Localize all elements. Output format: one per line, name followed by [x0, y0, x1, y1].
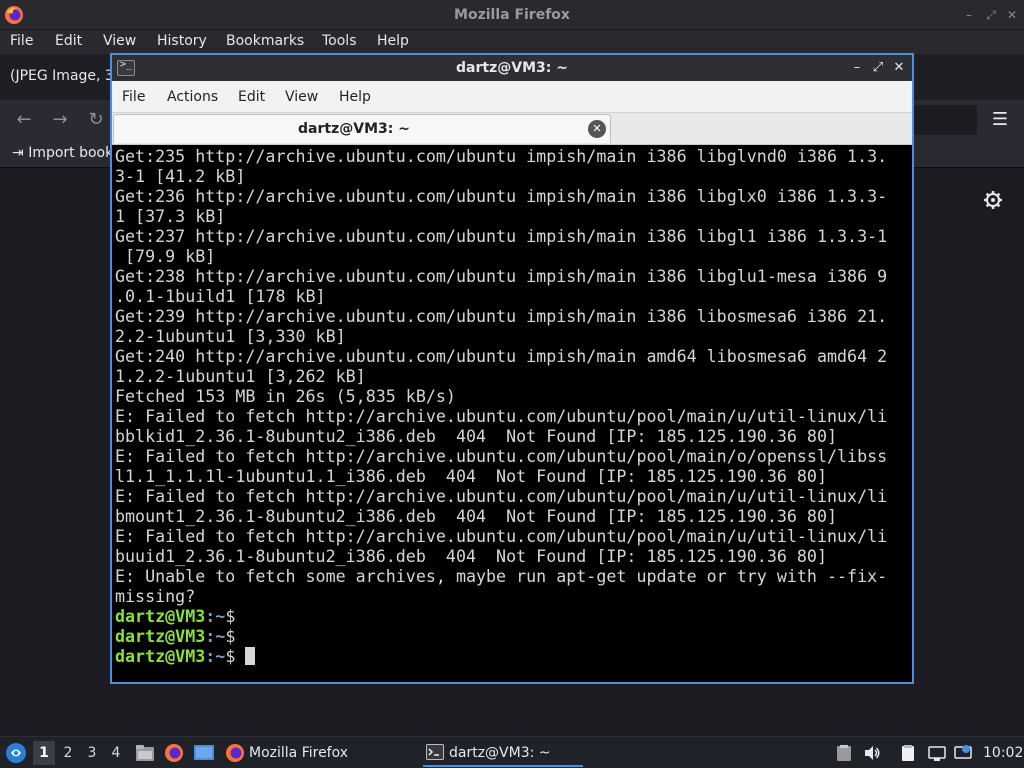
prompt-path: :~ [205, 647, 226, 666]
ff-menu-view[interactable]: View [103, 33, 136, 49]
back-icon[interactable]: ← [14, 110, 34, 130]
terminal-tab-label: dartz@VM3: ~ [298, 121, 410, 137]
tab-close-icon[interactable]: ✕ [588, 120, 606, 138]
firefox-titlebar: Mozilla Firefox – ⤢ ✕ [0, 0, 1024, 30]
term-menu-view[interactable]: View [285, 89, 318, 105]
show-desktop-icon[interactable] [193, 743, 215, 763]
terminal-menubar: File Actions Edit View Help [112, 81, 912, 113]
firefox-icon [226, 744, 244, 762]
gear-icon[interactable] [982, 189, 1004, 211]
terminal-output-line: E: Unable to fetch some archives, maybe … [115, 567, 888, 586]
taskbar-task-terminal[interactable]: dartz@VM3: ~ [423, 739, 583, 767]
file-manager-icon[interactable] [135, 743, 155, 763]
ff-menu-help[interactable]: Help [377, 33, 409, 49]
prompt-symbol: $ [225, 607, 236, 626]
terminal-output-line: Get:239 http://archive.ubuntu.com/ubuntu… [115, 307, 888, 326]
taskbar-task-firefox[interactable]: Mozilla Firefox [223, 739, 348, 767]
terminal-output[interactable]: Get:235 http://archive.ubuntu.com/ubuntu… [115, 147, 910, 682]
ff-menu-tools[interactable]: Tools [322, 33, 357, 49]
firefox-maximize-button[interactable]: ⤢ [983, 7, 999, 23]
terminal-prompt-line: dartz@VM3:~$ [115, 627, 887, 647]
terminal-output-line: 2.2-1ubuntu1 [3,330 kB] [115, 327, 346, 346]
terminal-output-line: E: Failed to fetch http://archive.ubuntu… [115, 527, 888, 546]
import-bookmarks-label: Import book [28, 145, 114, 161]
clock[interactable]: 10:02 [983, 737, 1023, 768]
firefox-window-title: Mozilla Firefox [454, 7, 570, 23]
terminal-text: Get:235 http://archive.ubuntu.com/ubuntu… [115, 147, 887, 667]
taskbar-task-firefox-label: Mozilla Firefox [249, 745, 349, 761]
start-menu-icon[interactable] [5, 742, 27, 764]
terminal-output-line: Fetched 153 MB in 26s (5,835 kB/s) [115, 387, 456, 406]
network-tray-icon[interactable] [928, 744, 946, 762]
terminal-output-line: E: Failed to fetch http://archive.ubuntu… [115, 407, 888, 426]
firefox-tab-label[interactable]: (JPEG Image, 3 [10, 68, 114, 84]
term-menu-file[interactable]: File [122, 89, 145, 105]
terminal-titlebar[interactable]: >_ dartz@VM3: ~ – ⤢ ✕ [112, 55, 912, 81]
import-bookmarks-button[interactable]: ⇥ Import book [12, 145, 113, 161]
terminal-prompt-line: dartz@VM3:~$ [115, 607, 887, 627]
terminal-output-line: E: Failed to fetch http://archive.ubuntu… [115, 487, 888, 506]
workspace-4[interactable]: 4 [105, 741, 127, 765]
terminal-tabbar: dartz@VM3: ~ ✕ [112, 113, 912, 145]
terminal-output-line: buuid1_2.36.1-8ubuntu2_i386.deb 404 Not … [115, 547, 827, 566]
prompt-symbol: $ [225, 627, 236, 646]
ff-menu-file[interactable]: File [10, 33, 33, 49]
import-icon: ⇥ [12, 145, 24, 161]
terminal-minimize-button[interactable]: – [849, 60, 865, 76]
prompt-user: dartz@VM3 [115, 647, 206, 666]
terminal-window: >_ dartz@VM3: ~ – ⤢ ✕ File Actions Edit … [110, 53, 914, 684]
text-cursor [245, 647, 256, 665]
firefox-close-button[interactable]: ✕ [1004, 7, 1020, 23]
terminal-output-line: Get:235 http://archive.ubuntu.com/ubuntu… [115, 147, 888, 166]
prompt-symbol: $ [225, 647, 236, 666]
terminal-maximize-button[interactable]: ⤢ [870, 60, 886, 76]
terminal-output-line: .0.1-1build1 [178 kB] [115, 287, 326, 306]
terminal-icon [426, 744, 444, 760]
prompt-path: :~ [205, 607, 226, 626]
terminal-prompt-line: dartz@VM3:~$ [115, 647, 887, 667]
term-menu-help[interactable]: Help [339, 89, 371, 105]
workspace-1[interactable]: 1 [33, 741, 55, 765]
terminal-output-line: 1.2.2-1ubuntu1 [3,262 kB] [115, 367, 366, 386]
ff-menu-history[interactable]: History [157, 33, 207, 49]
prompt-user: dartz@VM3 [115, 607, 206, 626]
terminal-output-line: Get:237 http://archive.ubuntu.com/ubuntu… [115, 227, 888, 246]
taskbar: 1 2 3 4 Mozilla Firefox dartz@VM3: ~ 10:… [0, 736, 1024, 768]
hamburger-menu-icon[interactable]: ☰ [990, 110, 1010, 130]
terminal-window-title: dartz@VM3: ~ [456, 60, 568, 76]
terminal-output-line: 3-1 [41.2 kB] [115, 167, 246, 186]
ff-menu-bookmarks[interactable]: Bookmarks [226, 33, 304, 49]
terminal-output-line: Get:238 http://archive.ubuntu.com/ubuntu… [115, 267, 888, 286]
prompt-path: :~ [205, 627, 226, 646]
prompt-user: dartz@VM3 [115, 627, 206, 646]
volume-icon[interactable] [863, 744, 881, 762]
taskbar-task-terminal-label: dartz@VM3: ~ [449, 745, 551, 761]
terminal-output-line: missing? [115, 587, 196, 606]
term-menu-actions[interactable]: Actions [167, 89, 218, 105]
workspace-2[interactable]: 2 [57, 741, 79, 765]
notes-tray-icon[interactable] [899, 744, 917, 762]
terminal-output-line: E: Failed to fetch http://archive.ubuntu… [115, 447, 888, 466]
updates-tray-icon[interactable] [954, 744, 972, 762]
ff-menu-edit[interactable]: Edit [55, 33, 82, 49]
firefox-minimize-button[interactable]: – [961, 7, 977, 23]
clipboard-tray-icon[interactable] [835, 744, 853, 762]
forward-icon[interactable]: → [50, 110, 70, 130]
terminal-close-button[interactable]: ✕ [891, 60, 907, 76]
terminal-output-line: l1.1_1.1.1l-1ubuntu1.1_i386.deb 404 Not … [115, 467, 827, 486]
terminal-output-line: [79.9 kB] [115, 247, 216, 266]
term-menu-edit[interactable]: Edit [238, 89, 265, 105]
terminal-output-line: Get:236 http://archive.ubuntu.com/ubuntu… [115, 187, 888, 206]
workspace-3[interactable]: 3 [81, 741, 103, 765]
terminal-output-line: bmount1_2.36.1-8ubuntu2_i386.deb 404 Not… [115, 507, 838, 526]
reload-icon[interactable]: ↻ [86, 110, 106, 130]
terminal-tab[interactable]: dartz@VM3: ~ ✕ [113, 114, 611, 143]
terminal-output-line: bblkid1_2.36.1-8ubuntu2_i386.deb 404 Not… [115, 427, 838, 446]
firefox-launcher-icon[interactable] [164, 743, 184, 763]
terminal-output-line: 1 [37.3 kB] [115, 207, 226, 226]
url-bar[interactable] [905, 105, 977, 135]
firefox-menubar: File Edit View History Bookmarks Tools H… [0, 30, 1024, 54]
terminal-output-line: Get:240 http://archive.ubuntu.com/ubuntu… [115, 347, 888, 366]
